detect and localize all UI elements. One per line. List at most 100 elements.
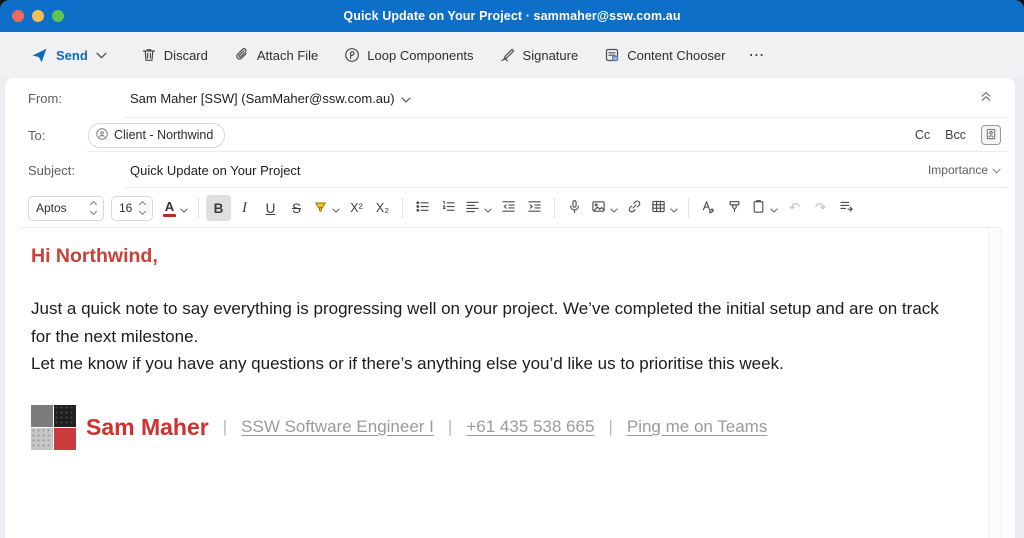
align-left-icon: [465, 199, 480, 217]
send-options-button[interactable]: [94, 45, 120, 66]
font-color-icon: A: [163, 200, 176, 217]
signature-phone-link[interactable]: +61 435 538 665: [466, 417, 594, 437]
microphone-icon: [567, 199, 582, 217]
numbered-list-icon: [441, 199, 456, 217]
chevron-down-icon: [610, 201, 618, 216]
divider: [554, 198, 555, 218]
minimize-window-button[interactable]: [32, 10, 44, 22]
content-chooser-label: Content Chooser: [627, 48, 725, 63]
bullet-list-button[interactable]: [410, 195, 435, 221]
bcc-button[interactable]: Bcc: [945, 128, 966, 142]
recipient-chip-label: Client - Northwind: [114, 128, 213, 142]
traffic-lights: [12, 10, 64, 22]
chevron-down-icon: [96, 52, 107, 59]
paste-button[interactable]: [748, 195, 781, 221]
greeting-text: Hi Northwind,: [31, 245, 955, 268]
font-color-button[interactable]: A: [160, 195, 191, 221]
zoom-window-button[interactable]: [52, 10, 64, 22]
numbered-list-button[interactable]: [436, 195, 461, 221]
compose-card: From: Sam Maher [SSW] (SamMaher@ssw.com.…: [5, 78, 1015, 538]
superscript-button[interactable]: X²: [344, 195, 369, 221]
content-chooser-button[interactable]: Content Chooser: [591, 40, 738, 70]
font-family-value: Aptos: [36, 201, 67, 215]
signature-separator: |: [608, 417, 612, 437]
paperclip-icon: [234, 47, 250, 63]
from-label: From:: [28, 91, 130, 106]
loop-icon: [344, 47, 360, 63]
from-row: From: Sam Maher [SSW] (SamMaher@ssw.com.…: [5, 78, 1015, 118]
signature-name: Sam Maher: [86, 414, 209, 441]
left-to-right-icon: [839, 199, 854, 217]
undo-icon: ↶: [789, 200, 800, 216]
highlighter-icon: [313, 199, 328, 217]
redo-button[interactable]: ↷: [808, 195, 833, 221]
bold-button[interactable]: B: [206, 195, 231, 221]
send-button[interactable]: Send: [18, 40, 94, 71]
toolbar-overflow-button[interactable]: ⋯: [738, 41, 775, 69]
indent-button[interactable]: [522, 195, 547, 221]
font-size-value: 16: [119, 201, 132, 215]
editor-icon: [701, 199, 716, 217]
contact-group-icon: [95, 127, 109, 144]
italic-button[interactable]: I: [232, 195, 257, 221]
message-body[interactable]: Hi Northwind, Just a quick note to say e…: [5, 228, 1015, 538]
redo-icon: ↷: [815, 200, 826, 216]
strikethrough-button[interactable]: S: [284, 195, 309, 221]
insert-table-button[interactable]: [648, 195, 681, 221]
insert-picture-button[interactable]: [588, 195, 621, 221]
format-painter-button[interactable]: [722, 195, 747, 221]
undo-button[interactable]: ↶: [782, 195, 807, 221]
command-toolbar: Send Discard Attach File: [0, 32, 1024, 78]
from-value: Sam Maher [SSW] (SamMaher@ssw.com.au): [130, 91, 395, 106]
chevron-down-icon: [484, 201, 492, 216]
signature-button[interactable]: Signature: [487, 40, 592, 70]
send-label: Send: [56, 48, 88, 63]
text-align-button[interactable]: [462, 195, 495, 221]
subscript-button[interactable]: X₂: [370, 195, 395, 221]
subject-input[interactable]: Quick Update on Your Project: [130, 163, 301, 178]
subject-label: Subject:: [28, 163, 130, 178]
chevron-down-icon: [992, 163, 1001, 177]
format-toolbar: Aptos 16 A B I U S: [5, 188, 1015, 228]
editor-proofing-button[interactable]: [696, 195, 721, 221]
signature-separator: |: [448, 417, 452, 437]
from-selector[interactable]: Sam Maher [SSW] (SamMaher@ssw.com.au): [130, 91, 411, 106]
attach-file-label: Attach File: [257, 48, 318, 63]
chevron-down-icon: [670, 201, 678, 216]
attach-file-button[interactable]: Attach File: [221, 40, 331, 70]
stepper-icon: [91, 202, 96, 214]
signature-role-link[interactable]: SSW Software Engineer I: [241, 417, 434, 437]
bullet-list-icon: [415, 199, 430, 217]
text-direction-button[interactable]: [834, 195, 859, 221]
discard-button[interactable]: Discard: [128, 40, 221, 70]
indent-icon: [527, 199, 542, 217]
content-chooser-icon: [604, 47, 620, 63]
loop-components-button[interactable]: Loop Components: [331, 40, 486, 70]
body-scrollbar[interactable]: [988, 228, 1002, 538]
recipient-chip[interactable]: Client - Northwind: [88, 123, 225, 148]
close-window-button[interactable]: [12, 10, 24, 22]
insert-link-button[interactable]: [622, 195, 647, 221]
compose-window: Quick Update on Your Project · sammaher@…: [0, 0, 1024, 538]
dictate-button[interactable]: [562, 195, 587, 221]
signature-separator: |: [223, 417, 227, 437]
highlight-button[interactable]: [310, 195, 343, 221]
collapse-headers-button[interactable]: [971, 85, 1001, 111]
address-book-button[interactable]: [981, 125, 1001, 145]
cc-button[interactable]: Cc: [915, 128, 930, 142]
font-family-select[interactable]: Aptos: [28, 196, 104, 221]
address-book-icon: [985, 128, 997, 143]
chevron-down-icon: [401, 91, 411, 106]
title-bar: Quick Update on Your Project · sammaher@…: [0, 0, 1024, 32]
signature-teams-link[interactable]: Ping me on Teams: [627, 417, 767, 437]
window-title: Quick Update on Your Project · sammaher@…: [343, 9, 680, 23]
importance-button[interactable]: Importance: [928, 163, 1001, 177]
font-size-select[interactable]: 16: [111, 196, 153, 221]
trash-icon: [141, 47, 157, 63]
email-signature: Sam Maher | SSW Software Engineer I | +6…: [31, 405, 955, 450]
send-icon: [31, 47, 48, 64]
outdent-button[interactable]: [496, 195, 521, 221]
stepper-icon: [140, 202, 145, 214]
underline-button[interactable]: U: [258, 195, 283, 221]
importance-label: Importance: [928, 163, 988, 177]
